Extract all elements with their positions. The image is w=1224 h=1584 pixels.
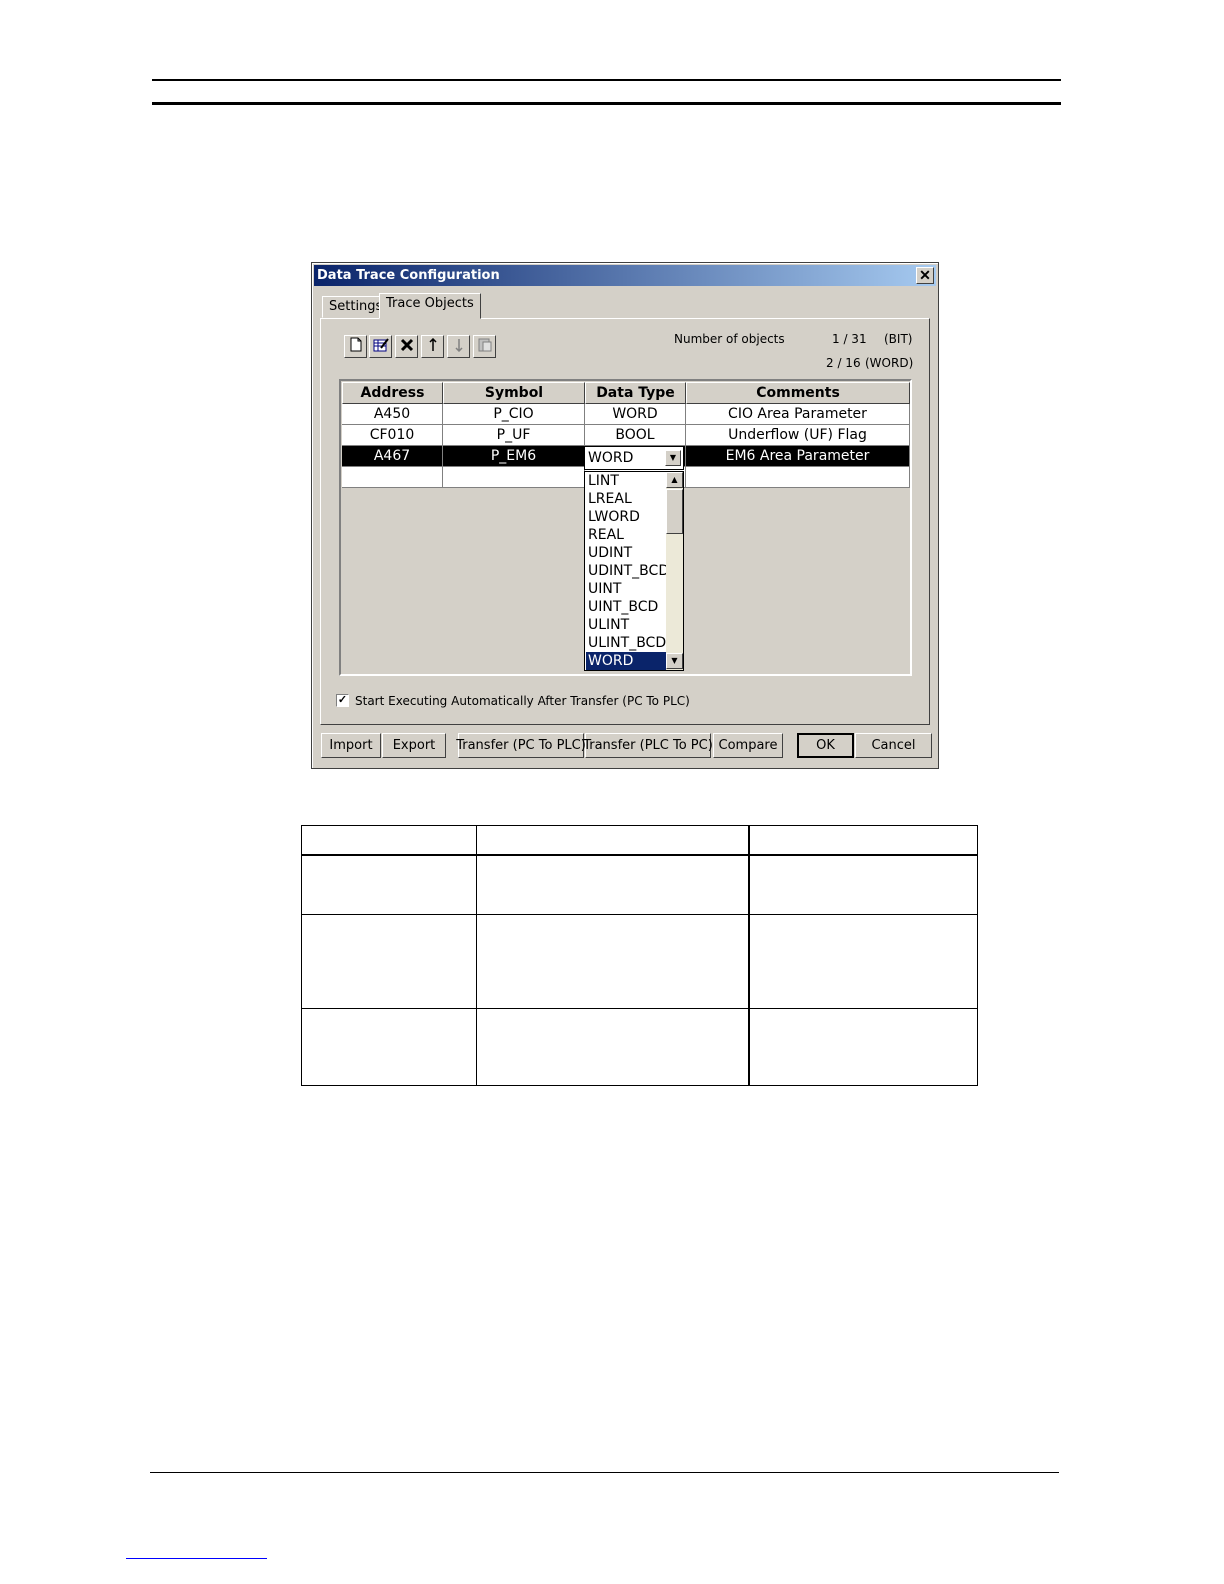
paste-icon <box>478 337 492 356</box>
export-button[interactable]: Export <box>382 733 446 758</box>
dropdown-option[interactable]: ULINT_BCD <box>586 634 668 652</box>
data-type-dropdown-list: LINT LREAL LWORD REAL UDINT UDINT_BCD UI… <box>584 471 684 671</box>
footnote-rule <box>126 1558 267 1559</box>
paste-button[interactable] <box>473 335 496 358</box>
table-row-1-address[interactable]: A450 <box>342 404 443 425</box>
dialog-title: Data Trace Configuration <box>317 268 500 283</box>
arrow-up-icon <box>428 337 438 356</box>
edit-button[interactable] <box>369 335 392 358</box>
table-column-rule <box>748 825 750 1086</box>
dropdown-option[interactable]: UINT <box>586 580 668 598</box>
table-row-4-comment[interactable] <box>686 467 910 488</box>
bit-count: 1 / 31 <box>832 332 867 346</box>
header-rule-bottom <box>152 102 1061 105</box>
number-of-objects-label: Number of objects <box>674 332 785 346</box>
dropdown-option[interactable]: LREAL <box>586 490 668 508</box>
table-row-2-data-type[interactable]: BOOL <box>585 425 686 446</box>
dropdown-option[interactable]: REAL <box>586 526 668 544</box>
table-row-4-address[interactable] <box>342 467 443 488</box>
table-border-left <box>301 825 302 1086</box>
close-icon: ✕ <box>919 267 931 283</box>
auto-start-label: Start Executing Automatically After Tran… <box>355 694 690 708</box>
dropdown-option[interactable]: UDINT <box>586 544 668 562</box>
footer-rule <box>150 1472 1059 1473</box>
combo-dropdown-button[interactable]: ▼ <box>665 450 681 466</box>
table-row-1-comment[interactable]: CIO Area Parameter <box>686 404 910 425</box>
new-button[interactable] <box>344 335 367 358</box>
table-row-rule <box>301 914 978 915</box>
table-column-rule <box>476 825 477 1086</box>
table-row-2-address[interactable]: CF010 <box>342 425 443 446</box>
table-border-right <box>977 825 978 1086</box>
table-row-3-symbol[interactable]: P_EM6 <box>443 446 585 467</box>
dropdown-option[interactable]: LINT <box>586 472 668 490</box>
column-header-data-type[interactable]: Data Type <box>585 382 686 404</box>
title-bar: Data Trace Configuration ✕ <box>314 265 936 286</box>
document-table <box>301 825 978 1087</box>
column-header-symbol[interactable]: Symbol <box>443 382 585 404</box>
compare-button[interactable]: Compare <box>713 733 783 758</box>
data-type-combo[interactable]: WORD ▼ <box>584 446 684 470</box>
table-border-bottom <box>301 1085 978 1086</box>
table-row-3-comment[interactable]: EM6 Area Parameter <box>686 446 910 467</box>
table-border-top <box>301 825 978 826</box>
close-button[interactable]: ✕ <box>916 267 934 284</box>
ok-button[interactable]: OK <box>797 733 854 758</box>
table-row-3-address[interactable]: A467 <box>342 446 443 467</box>
table-header-rule <box>301 854 978 856</box>
chevron-down-icon: ▼ <box>671 656 678 665</box>
delete-icon <box>400 338 414 356</box>
header-rule-top <box>152 79 1061 81</box>
dropdown-scrollbar[interactable]: ▲ ▼ <box>666 472 683 670</box>
tab-trace-objects[interactable]: Trace Objects <box>379 293 481 319</box>
cancel-button[interactable]: Cancel <box>855 733 932 758</box>
delete-button[interactable] <box>395 335 418 358</box>
table-row-4-symbol[interactable] <box>443 467 585 488</box>
column-header-address[interactable]: Address <box>342 382 443 404</box>
dropdown-option-selected[interactable]: WORD <box>586 652 668 670</box>
dropdown-option[interactable]: UINT_BCD <box>586 598 668 616</box>
dropdown-option[interactable]: UDINT_BCD <box>586 562 668 580</box>
data-type-combo-value: WORD <box>588 450 634 466</box>
scroll-down-button[interactable]: ▼ <box>666 653 683 669</box>
dropdown-option[interactable]: ULINT <box>586 616 668 634</box>
move-up-button[interactable] <box>421 335 444 358</box>
chevron-up-icon: ▲ <box>671 475 678 484</box>
auto-start-checkbox[interactable]: ✓ <box>336 694 349 707</box>
table-row-rule <box>301 1008 978 1009</box>
word-count: 2 / 16 <box>826 356 861 370</box>
check-icon: ✓ <box>337 694 348 706</box>
chevron-down-icon: ▼ <box>669 453 677 462</box>
scrollbar-thumb[interactable] <box>666 489 683 534</box>
arrow-down-icon <box>454 338 464 356</box>
edit-icon <box>373 337 389 356</box>
table-row-2-symbol[interactable]: P_UF <box>443 425 585 446</box>
transfer-pc-to-plc-button[interactable]: Transfer (PC To PLC) <box>456 733 586 758</box>
move-down-button[interactable] <box>447 335 470 358</box>
dropdown-option[interactable]: LWORD <box>586 508 668 526</box>
import-button[interactable]: Import <box>321 733 381 758</box>
bit-unit: (BIT) <box>884 332 913 346</box>
column-header-comments[interactable]: Comments <box>686 382 910 404</box>
transfer-plc-to-pc-button[interactable]: Transfer (PLC To PC) <box>583 733 713 758</box>
scroll-up-button[interactable]: ▲ <box>666 472 683 488</box>
data-trace-configuration-dialog: Data Trace Configuration ✕ Settings Trac… <box>311 262 939 769</box>
table-row-1-symbol[interactable]: P_CIO <box>443 404 585 425</box>
table-row-2-comment[interactable]: Underflow (UF) Flag <box>686 425 910 446</box>
table-row-1-data-type[interactable]: WORD <box>585 404 686 425</box>
word-unit: (WORD) <box>865 356 914 370</box>
new-icon <box>349 337 363 356</box>
